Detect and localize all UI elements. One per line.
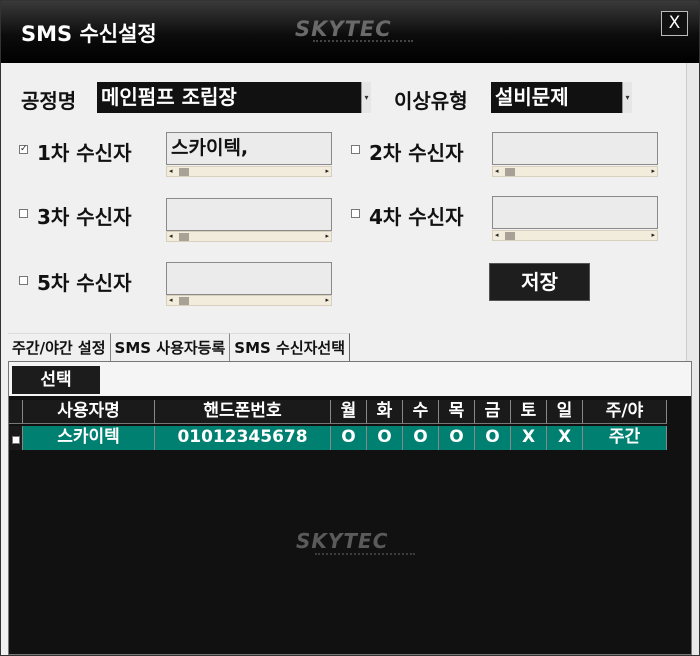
receiver-4-field[interactable] — [492, 196, 658, 229]
receiver-1-checkbox[interactable]: ✓ — [19, 145, 28, 154]
receiver-3-checkbox[interactable] — [19, 209, 28, 218]
receiver-2-scrollbar[interactable]: ◂ ▸ — [492, 166, 658, 177]
skytec-watermark: SKYTEC — [296, 529, 389, 553]
process-select-value: 메인펌프 조립장 — [101, 85, 237, 109]
column-header[interactable]: 월 — [331, 400, 367, 424]
column-header[interactable]: 수 — [403, 400, 439, 424]
arrow-right-icon[interactable]: ▸ — [325, 167, 329, 176]
receiver-selection-panel: 선택 사용자명 핸드폰번호 월 화 수 목 금 토 일 주/야 스카이텍 010… — [8, 361, 692, 655]
arrow-left-icon[interactable]: ◂ — [169, 232, 173, 241]
table-row[interactable]: 스카이텍 01012345678 O O O O O X X 주간 — [9, 426, 667, 450]
receiver-1-field[interactable]: 스카이텍, — [166, 132, 332, 165]
receiver-4-checkbox[interactable] — [351, 209, 360, 218]
process-label: 공정명 — [21, 89, 77, 113]
save-button[interactable]: 저장 — [489, 263, 590, 301]
row-checkbox[interactable] — [11, 436, 20, 444]
panel-toolbar: 선택 — [9, 362, 691, 396]
receiver-4-scrollbar[interactable]: ◂ ▸ — [492, 230, 658, 241]
receiver-4-label: 4차 수신자 — [369, 205, 464, 229]
arrow-left-icon[interactable]: ◂ — [495, 167, 499, 176]
receiver-5-scrollbar[interactable]: ◂ ▸ — [166, 295, 332, 306]
chevron-down-icon[interactable]: ▾ — [622, 82, 632, 113]
issue-type-select[interactable]: 설비문제 ▾ — [491, 82, 632, 113]
sms-settings-window: SMS 수신설정 SKYTEC X 공정명 메인펌프 조립장 ▾ 이상유형 설비… — [0, 0, 700, 656]
close-button[interactable]: X — [661, 11, 688, 36]
tab-sms-user-registration[interactable]: SMS 사용자등록 — [110, 333, 231, 361]
arrow-left-icon[interactable]: ◂ — [169, 296, 173, 305]
process-select[interactable]: 메인펌프 조립장 ▾ — [97, 82, 371, 113]
scroll-thumb[interactable] — [179, 297, 189, 305]
column-header[interactable]: 토 — [511, 400, 547, 424]
column-header[interactable]: 일 — [547, 400, 583, 424]
arrow-right-icon[interactable]: ▸ — [651, 167, 655, 176]
wed-cell[interactable]: O — [403, 426, 439, 450]
thu-cell[interactable]: O — [439, 426, 475, 450]
scroll-thumb[interactable] — [505, 168, 515, 176]
sat-cell[interactable]: X — [511, 426, 547, 450]
row-checkbox-cell[interactable] — [9, 426, 23, 450]
receiver-3-scrollbar[interactable]: ◂ ▸ — [166, 231, 332, 242]
fri-cell[interactable]: O — [475, 426, 511, 450]
receiver-5-checkbox[interactable] — [19, 276, 28, 285]
receiver-3-field[interactable] — [166, 198, 332, 231]
receiver-3-label: 3차 수신자 — [37, 205, 132, 229]
column-header[interactable]: 목 — [439, 400, 475, 424]
select-button[interactable]: 선택 — [12, 366, 100, 394]
column-header[interactable]: 사용자명 — [23, 400, 155, 424]
scroll-thumb[interactable] — [505, 232, 515, 240]
scroll-thumb[interactable] — [179, 233, 189, 241]
sun-cell[interactable]: X — [547, 426, 583, 450]
column-header[interactable]: 주/야 — [583, 400, 667, 424]
tab-bar: 주간/야간 설정 SMS 사용자등록 SMS 수신자선택 — [8, 333, 351, 361]
issue-type-label: 이상유형 — [394, 89, 468, 113]
user-name-cell[interactable]: 스카이텍 — [23, 426, 155, 450]
row-selector-header — [9, 400, 23, 424]
window-title: SMS 수신설정 — [21, 22, 157, 46]
issue-type-select-value: 설비문제 — [495, 85, 569, 109]
watermark-tagline-decoration — [315, 553, 415, 556]
skytec-logo: SKYTEC — [295, 17, 392, 41]
phone-number-cell[interactable]: 01012345678 — [155, 426, 331, 450]
arrow-left-icon[interactable]: ◂ — [169, 167, 173, 176]
arrow-right-icon[interactable]: ▸ — [325, 232, 329, 241]
scroll-thumb[interactable] — [179, 168, 189, 176]
mon-cell[interactable]: O — [331, 426, 367, 450]
column-header[interactable]: 금 — [475, 400, 511, 424]
arrow-right-icon[interactable]: ▸ — [325, 296, 329, 305]
tue-cell[interactable]: O — [367, 426, 403, 450]
receiver-2-field[interactable] — [492, 132, 658, 165]
receiver-5-label: 5차 수신자 — [37, 271, 132, 295]
day-night-cell[interactable]: 주간 — [583, 426, 667, 450]
chevron-down-icon[interactable]: ▾ — [361, 82, 371, 113]
arrow-left-icon[interactable]: ◂ — [495, 231, 499, 240]
logo-tagline-decoration — [313, 40, 413, 43]
receiver-1-scrollbar[interactable]: ◂ ▸ — [166, 166, 332, 177]
receiver-2-checkbox[interactable] — [351, 145, 360, 154]
receiver-1-label: 1차 수신자 — [37, 141, 132, 165]
title-bar[interactable]: SMS 수신설정 SKYTEC X — [1, 1, 699, 63]
arrow-right-icon[interactable]: ▸ — [651, 231, 655, 240]
tab-day-night-settings[interactable]: 주간/야간 설정 — [8, 333, 111, 361]
grid-header-row: 사용자명 핸드폰번호 월 화 수 목 금 토 일 주/야 — [9, 400, 667, 424]
column-header[interactable]: 핸드폰번호 — [155, 400, 331, 424]
receiver-5-field[interactable] — [166, 262, 332, 295]
receiver-2-label: 2차 수신자 — [369, 141, 464, 165]
tab-sms-receiver-selection[interactable]: SMS 수신자선택 — [230, 333, 351, 361]
column-header[interactable]: 화 — [367, 400, 403, 424]
